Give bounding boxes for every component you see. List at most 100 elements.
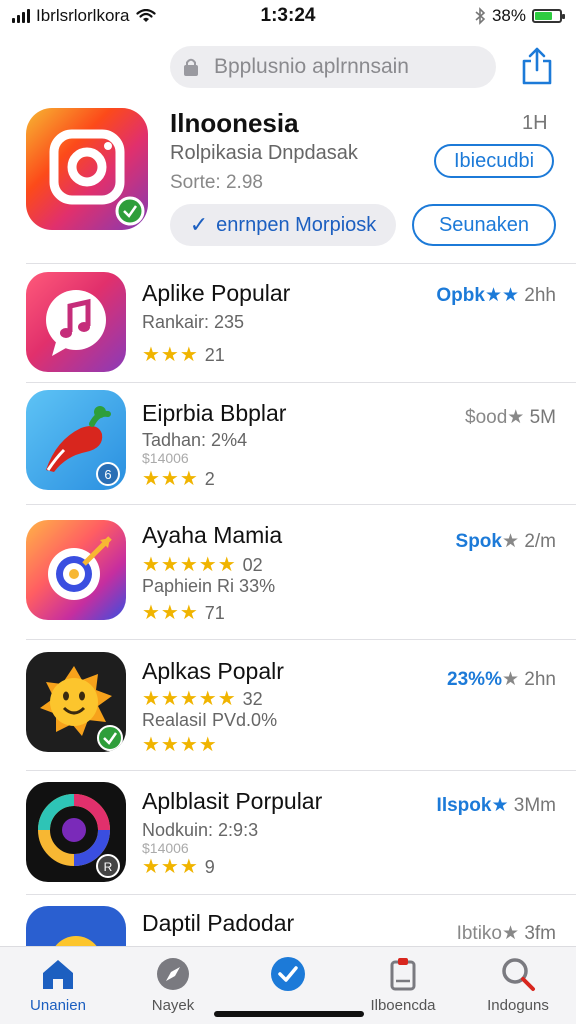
app-right-info[interactable]: 23%%★ 2hn <box>447 668 556 691</box>
featured-subtitle: Rolpikasia Dnpdasak <box>170 142 358 164</box>
app-meta: RealasiI PVd.0% <box>142 710 278 730</box>
battery-fill <box>535 12 552 20</box>
tab-label: Nayek <box>151 997 195 1014</box>
pepper-app-icon[interactable]: 6 <box>26 390 126 490</box>
checkmark-icon: ✓ <box>189 212 209 237</box>
app-right-info[interactable]: $ood★ 5M <box>465 406 556 429</box>
home-icon <box>43 960 73 989</box>
search-icon <box>502 958 535 991</box>
app-meta: Tadhan: 2%4 <box>142 430 248 450</box>
divider <box>26 770 576 771</box>
star-rating: ★★★ 71 <box>142 600 225 625</box>
star-rating: ★★★ 9 <box>142 854 215 879</box>
app-right-info[interactable]: Opbk★★ 2hh <box>436 284 556 307</box>
tab-explore[interactable]: Nayek <box>118 955 228 1021</box>
list-item[interactable]: Ayaha Mamia ★★★★★ 02 Paphiein Ri 33% ★★★ 7… <box>0 516 576 638</box>
status-right: 38% <box>474 6 565 26</box>
app-title: Eiprbia Bbplar <box>142 400 287 426</box>
tab-home[interactable]: Unanien <box>3 955 113 1021</box>
featured-title: Ilnoonesia <box>170 108 299 138</box>
app-meta: Rankair: 235 <box>142 312 245 332</box>
app-time: 2hh <box>524 285 556 306</box>
share-button[interactable] <box>520 46 554 86</box>
app-link[interactable]: 23%% <box>447 669 502 690</box>
wifi-icon <box>135 9 156 22</box>
app-time: 3Mm <box>513 795 556 816</box>
list-item[interactable]: Aplike Popular Rankair: 235 ★★★ 21 Opbk★★… <box>0 272 576 382</box>
music-note-icon <box>46 290 106 356</box>
tab-label: Ilboencda <box>370 997 436 1014</box>
rating-count: 02 <box>242 555 263 575</box>
list-item[interactable]: Aplkas Popalr ★★★★★ 32 RealasiI PVd.0% ★★… <box>0 650 576 768</box>
app-right-info[interactable]: Ilspok★ 3Mm <box>437 794 556 817</box>
app-title: Aplkas Popalr <box>142 658 284 684</box>
search-row: Bpplusnio aplrnnsain <box>0 46 576 90</box>
app-link[interactable]: Opbk★★ <box>436 285 519 306</box>
clock: 1:3:24 <box>260 5 316 26</box>
app-time: 2/m <box>524 531 556 552</box>
star-rating-top: ★★★★★ 32 <box>142 686 263 711</box>
list-item[interactable]: Daptil Padodar Ibtiko★ 3fm <box>0 904 576 946</box>
list-item[interactable]: R Aplblasit Porpular Nodkuin: 2:9:3 $140… <box>0 780 576 892</box>
battery-icon <box>532 9 565 23</box>
pepper-icon: 6 <box>46 406 120 486</box>
emoji-app-icon[interactable] <box>26 652 126 752</box>
ring-icon: R <box>38 794 120 878</box>
search-input[interactable]: Bpplusnio aplrnnsain <box>170 46 496 88</box>
app-star: ★ <box>501 531 520 552</box>
svg-text:6: 6 <box>104 467 111 482</box>
app-rating-short: Ibtiko★ <box>456 923 520 944</box>
featured-app[interactable]: Ilnoonesia Rolpikasia Dnpdasak Sorte: 2.… <box>0 100 576 262</box>
emoji-sun-icon <box>40 666 123 751</box>
rating-count: 2 <box>204 469 215 489</box>
lock-icon <box>184 58 198 76</box>
target-app-icon[interactable] <box>26 520 126 620</box>
search-placeholder: Bpplusnio aplrnnsain <box>214 55 409 78</box>
home-indicator[interactable] <box>214 1011 364 1017</box>
app-time: 2hn <box>524 669 556 690</box>
app-right-info[interactable]: Spok★ 2/m <box>456 530 556 553</box>
app-meta: Paphiein Ri 33% <box>142 576 276 596</box>
carrier-label: Ibrlsrlorlkora <box>36 6 130 25</box>
clipboard-icon <box>390 958 416 991</box>
music-app-icon[interactable] <box>26 272 126 372</box>
secondary-action-button[interactable]: Seunaken <box>412 204 556 246</box>
emoji-app-icon-2[interactable] <box>26 906 126 946</box>
app-title: Daptil Padodar <box>142 910 295 936</box>
divider <box>26 894 576 895</box>
app-title: Aplblasit Porpular <box>142 788 323 814</box>
star-rating: ★★★★ <box>142 732 218 757</box>
star-rating: ★★★ 21 <box>142 342 225 367</box>
divider <box>26 639 576 640</box>
stars: ★★★★ <box>142 734 218 756</box>
app-right-info[interactable]: Ibtiko★ 3fm <box>457 922 556 945</box>
app-store-screen: Ibrlsrlorlkora 1:3:24 38% Bpplusnio aplr… <box>0 0 576 1024</box>
camera-app-icon[interactable] <box>26 108 148 230</box>
tab-library[interactable]: Ilboencda <box>348 955 458 1021</box>
tab-label: Indoguns <box>487 997 549 1014</box>
app-star: ★ <box>501 669 520 690</box>
stars: ★★★★★ <box>142 554 237 576</box>
rating-count: 71 <box>204 603 225 623</box>
list-item[interactable]: 6 Eiprbia Bbplar Tadhan: 2%4 $14006 ★★★ 2… <box>0 390 576 502</box>
tab-search[interactable]: Indoguns <box>463 955 573 1021</box>
ring-app-icon[interactable]: R <box>26 782 126 882</box>
stars: ★★★★★ <box>142 688 237 710</box>
rating-count: 9 <box>204 857 215 877</box>
star-rating: ★★★ 2 <box>142 466 215 491</box>
rating-count: 32 <box>242 689 263 709</box>
get-button[interactable]: Ibiecudbi <box>434 144 554 178</box>
svg-text:R: R <box>104 860 113 874</box>
compass-icon <box>157 958 189 990</box>
app-time: 5M <box>529 407 556 428</box>
app-link[interactable]: Ilspok★ <box>437 795 509 816</box>
target-arrow-icon <box>48 536 112 600</box>
app-rating-short: $ood★ <box>465 407 525 428</box>
app-title: Ayaha Mamia <box>142 522 283 548</box>
app-meta: Nodkuin: 2:9:3 <box>142 820 259 840</box>
app-sub: $14006 <box>142 450 189 466</box>
primary-action-button[interactable]: ✓ enrnpen Morpiosk <box>170 204 396 246</box>
stars: ★★★ <box>142 856 199 878</box>
app-link[interactable]: Spok <box>456 531 502 552</box>
divider <box>26 504 576 505</box>
